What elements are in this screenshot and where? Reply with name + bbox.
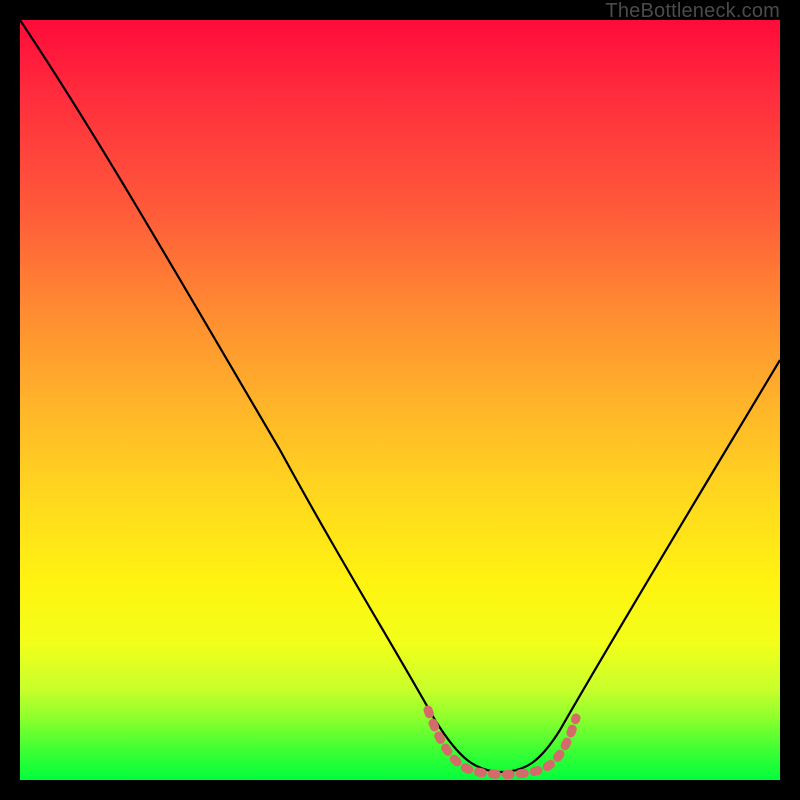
chart-background-gradient [20,20,780,780]
chart-frame: TheBottleneck.com [0,0,800,800]
watermark-text: TheBottleneck.com [605,0,780,23]
